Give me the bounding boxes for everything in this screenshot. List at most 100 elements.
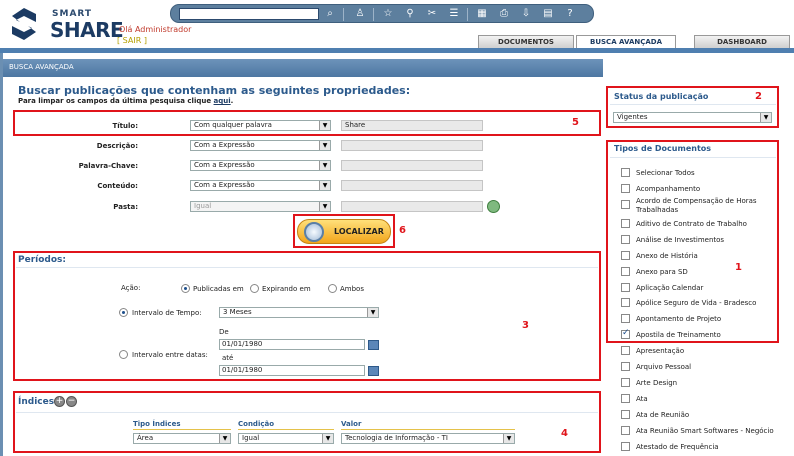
- palavra-chave-condition-select[interactable]: Com a Expressão ▼: [190, 160, 331, 171]
- checkbox-apolice-seguro[interactable]: [621, 298, 630, 307]
- section-header: BUSCA AVANÇADA: [3, 59, 603, 77]
- indices-divider: [16, 412, 598, 413]
- checkbox-arte-design[interactable]: [621, 378, 630, 387]
- calendar-icon[interactable]: [368, 366, 379, 376]
- tipo-label: Ata: [636, 395, 648, 403]
- filter-icon[interactable]: ⚲: [403, 7, 417, 21]
- star-icon[interactable]: ☆: [381, 7, 395, 21]
- tab-dashboard[interactable]: DASHBOARD: [694, 35, 790, 48]
- radio-publicadas[interactable]: [181, 284, 190, 293]
- conteudo-label: Conteúdo:: [97, 182, 138, 190]
- intervalo-tempo-select[interactable]: 3 Meses ▼: [219, 307, 379, 318]
- tab-documentos[interactable]: DOCUMENTOS: [478, 35, 574, 48]
- tipo-label: Arquivo Pessoal: [636, 363, 692, 371]
- tipo-indice-select[interactable]: Área ▼: [133, 433, 231, 444]
- checkbox-aplicacao-calendar[interactable]: [621, 283, 630, 292]
- toolbar-separator: [467, 8, 468, 21]
- annotation-5: 5: [572, 117, 579, 128]
- chevron-down-icon: ▼: [319, 121, 330, 130]
- checkbox-ata-reuniao-smart[interactable]: [621, 426, 630, 435]
- titulo-label: Título:: [112, 122, 138, 130]
- chevron-down-icon: ▼: [219, 434, 230, 443]
- chevron-down-icon: ▼: [319, 202, 330, 211]
- indices-title: Índices:: [18, 397, 58, 407]
- radio-publicadas-label: Publicadas em: [193, 285, 244, 293]
- clear-link[interactable]: aqui: [214, 97, 231, 105]
- conteudo-condition-select[interactable]: Com a Expressão ▼: [190, 180, 331, 191]
- checkbox-apontamento-projeto[interactable]: [621, 314, 630, 323]
- user-greeting: Olá Administrador: [119, 25, 192, 34]
- tools-icon[interactable]: ✂: [425, 7, 439, 21]
- radio-expirando[interactable]: [250, 284, 259, 293]
- print-icon[interactable]: ⎙: [497, 7, 511, 21]
- condicao-select[interactable]: Igual ▼: [238, 433, 334, 444]
- tipo-label: Acompanhamento: [636, 185, 701, 193]
- tipo-label: Ata Reunião Smart Softwares - Negócio: [636, 427, 774, 435]
- tipos-divider: [610, 157, 776, 158]
- de-label: De: [219, 328, 229, 336]
- toolbar-separator: [343, 8, 344, 21]
- help-icon[interactable]: ?: [563, 7, 577, 21]
- tipo-label: Apólice Seguro de Vida - Bradesco: [636, 299, 757, 307]
- download-icon[interactable]: ⇩: [519, 7, 533, 21]
- palavra-chave-value-input[interactable]: [341, 160, 483, 171]
- descricao-condition-value: Com a Expressão: [194, 141, 255, 149]
- pasta-value-input: [341, 201, 483, 212]
- search-icon[interactable]: ⌕: [323, 7, 337, 21]
- document-icon[interactable]: ▤: [541, 7, 555, 21]
- remove-index-icon[interactable]: −: [66, 396, 77, 407]
- checkbox-apresentacao[interactable]: [621, 346, 630, 355]
- user-icon[interactable]: ♙: [353, 7, 367, 21]
- clear-hint-prefix: Para limpar os campos da última pesquisa…: [18, 97, 214, 105]
- date-to-input[interactable]: 01/01/1980: [219, 365, 365, 376]
- titulo-condition-select[interactable]: Com qualquer palavra ▼: [190, 120, 331, 131]
- titulo-value-input[interactable]: Share: [341, 120, 483, 131]
- calendar-icon[interactable]: [368, 340, 379, 350]
- radio-intervalo-tempo[interactable]: [119, 308, 128, 317]
- folder-picker-icon[interactable]: [487, 200, 500, 213]
- list-icon[interactable]: ☰: [447, 7, 461, 21]
- status-title: Status da publicação: [614, 92, 709, 101]
- tipo-label: Análise de Investimentos: [636, 236, 725, 244]
- checkbox-ata-reuniao[interactable]: [621, 410, 630, 419]
- status-select[interactable]: Vigentes ▼: [613, 112, 772, 123]
- calendar-icon[interactable]: ▦: [475, 7, 489, 21]
- chevron-down-icon: ▼: [319, 161, 330, 170]
- pasta-condition-value: Igual: [194, 202, 212, 210]
- checkbox-ata[interactable]: [621, 394, 630, 403]
- checkbox-acordo-compensacao[interactable]: [621, 200, 630, 209]
- chevron-down-icon: ▼: [322, 434, 333, 443]
- checkbox-apostila-treinamento[interactable]: [621, 328, 630, 339]
- intervalo-tempo-label: Intervalo de Tempo:: [132, 309, 202, 317]
- radio-ambos[interactable]: [328, 284, 337, 293]
- add-index-icon[interactable]: +: [54, 396, 65, 407]
- tipo-label: Anexo de História: [636, 252, 698, 260]
- checkbox-anexo-sd[interactable]: [621, 267, 630, 276]
- radio-expirando-label: Expirando em: [262, 285, 311, 293]
- checkbox-atestado-frequencia[interactable]: [621, 442, 630, 451]
- checkbox-aditivo-contrato[interactable]: [621, 219, 630, 228]
- conteudo-condition-value: Com a Expressão: [194, 181, 255, 189]
- radio-intervalo-datas[interactable]: [119, 350, 128, 359]
- valor-select[interactable]: Tecnologia de Informação - TI ▼: [341, 433, 515, 444]
- annotation-3: 3: [522, 320, 529, 331]
- chevron-down-icon: ▼: [367, 308, 378, 317]
- checkbox-acompanhamento[interactable]: [621, 184, 630, 193]
- checkbox-selecionar-todos[interactable]: [621, 168, 630, 177]
- tipo-label: Ata de Reunião: [636, 411, 690, 419]
- tipo-label: Apresentação: [636, 347, 685, 355]
- tab-busca-avancada[interactable]: BUSCA AVANÇADA: [576, 35, 676, 49]
- descricao-value-input[interactable]: [341, 140, 483, 151]
- header-underline: [238, 429, 334, 430]
- localizar-button[interactable]: LOCALIZAR: [297, 219, 391, 244]
- checkbox-analise-investimentos[interactable]: [621, 235, 630, 244]
- checkbox-anexo-historia[interactable]: [621, 251, 630, 260]
- tipo-label: Acordo de Compensação de Horas Trabalhad…: [636, 197, 757, 214]
- date-from-input[interactable]: 01/01/1980: [219, 339, 365, 350]
- magnifier-icon: [304, 222, 324, 242]
- toolbar-search-input[interactable]: [179, 8, 319, 20]
- palavra-chave-label: Palavra-Chave:: [78, 162, 138, 170]
- descricao-condition-select[interactable]: Com a Expressão ▼: [190, 140, 331, 151]
- checkbox-arquivo-pessoal[interactable]: [621, 362, 630, 371]
- conteudo-value-input[interactable]: [341, 180, 483, 191]
